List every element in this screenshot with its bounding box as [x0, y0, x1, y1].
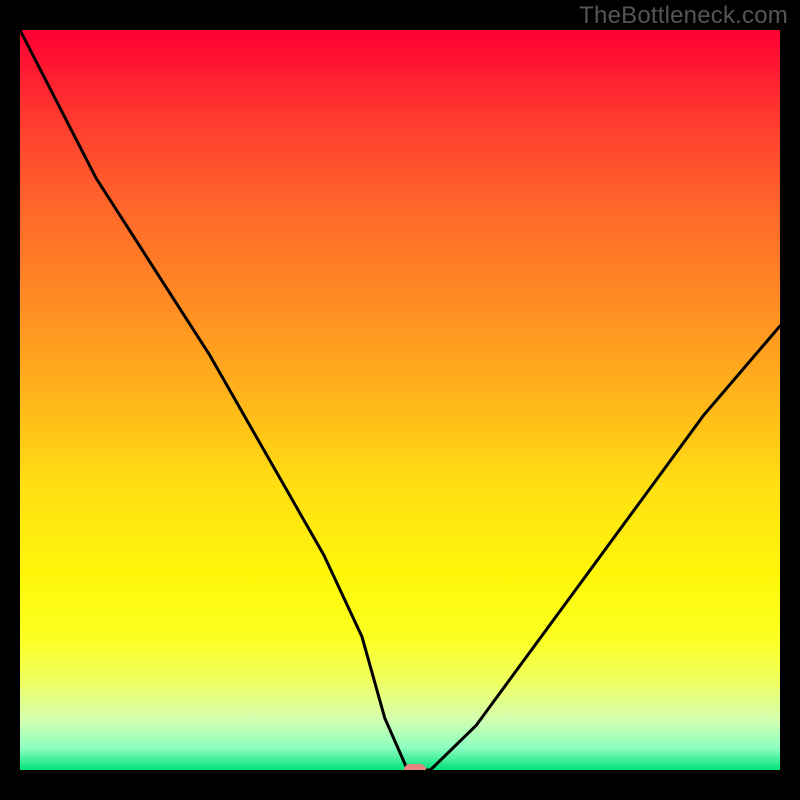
chart-frame: TheBottleneck.com [0, 0, 800, 800]
bottleneck-curve [20, 30, 780, 770]
plot-area [20, 30, 780, 770]
watermark-text: TheBottleneck.com [579, 2, 788, 30]
optimal-marker [404, 764, 426, 770]
